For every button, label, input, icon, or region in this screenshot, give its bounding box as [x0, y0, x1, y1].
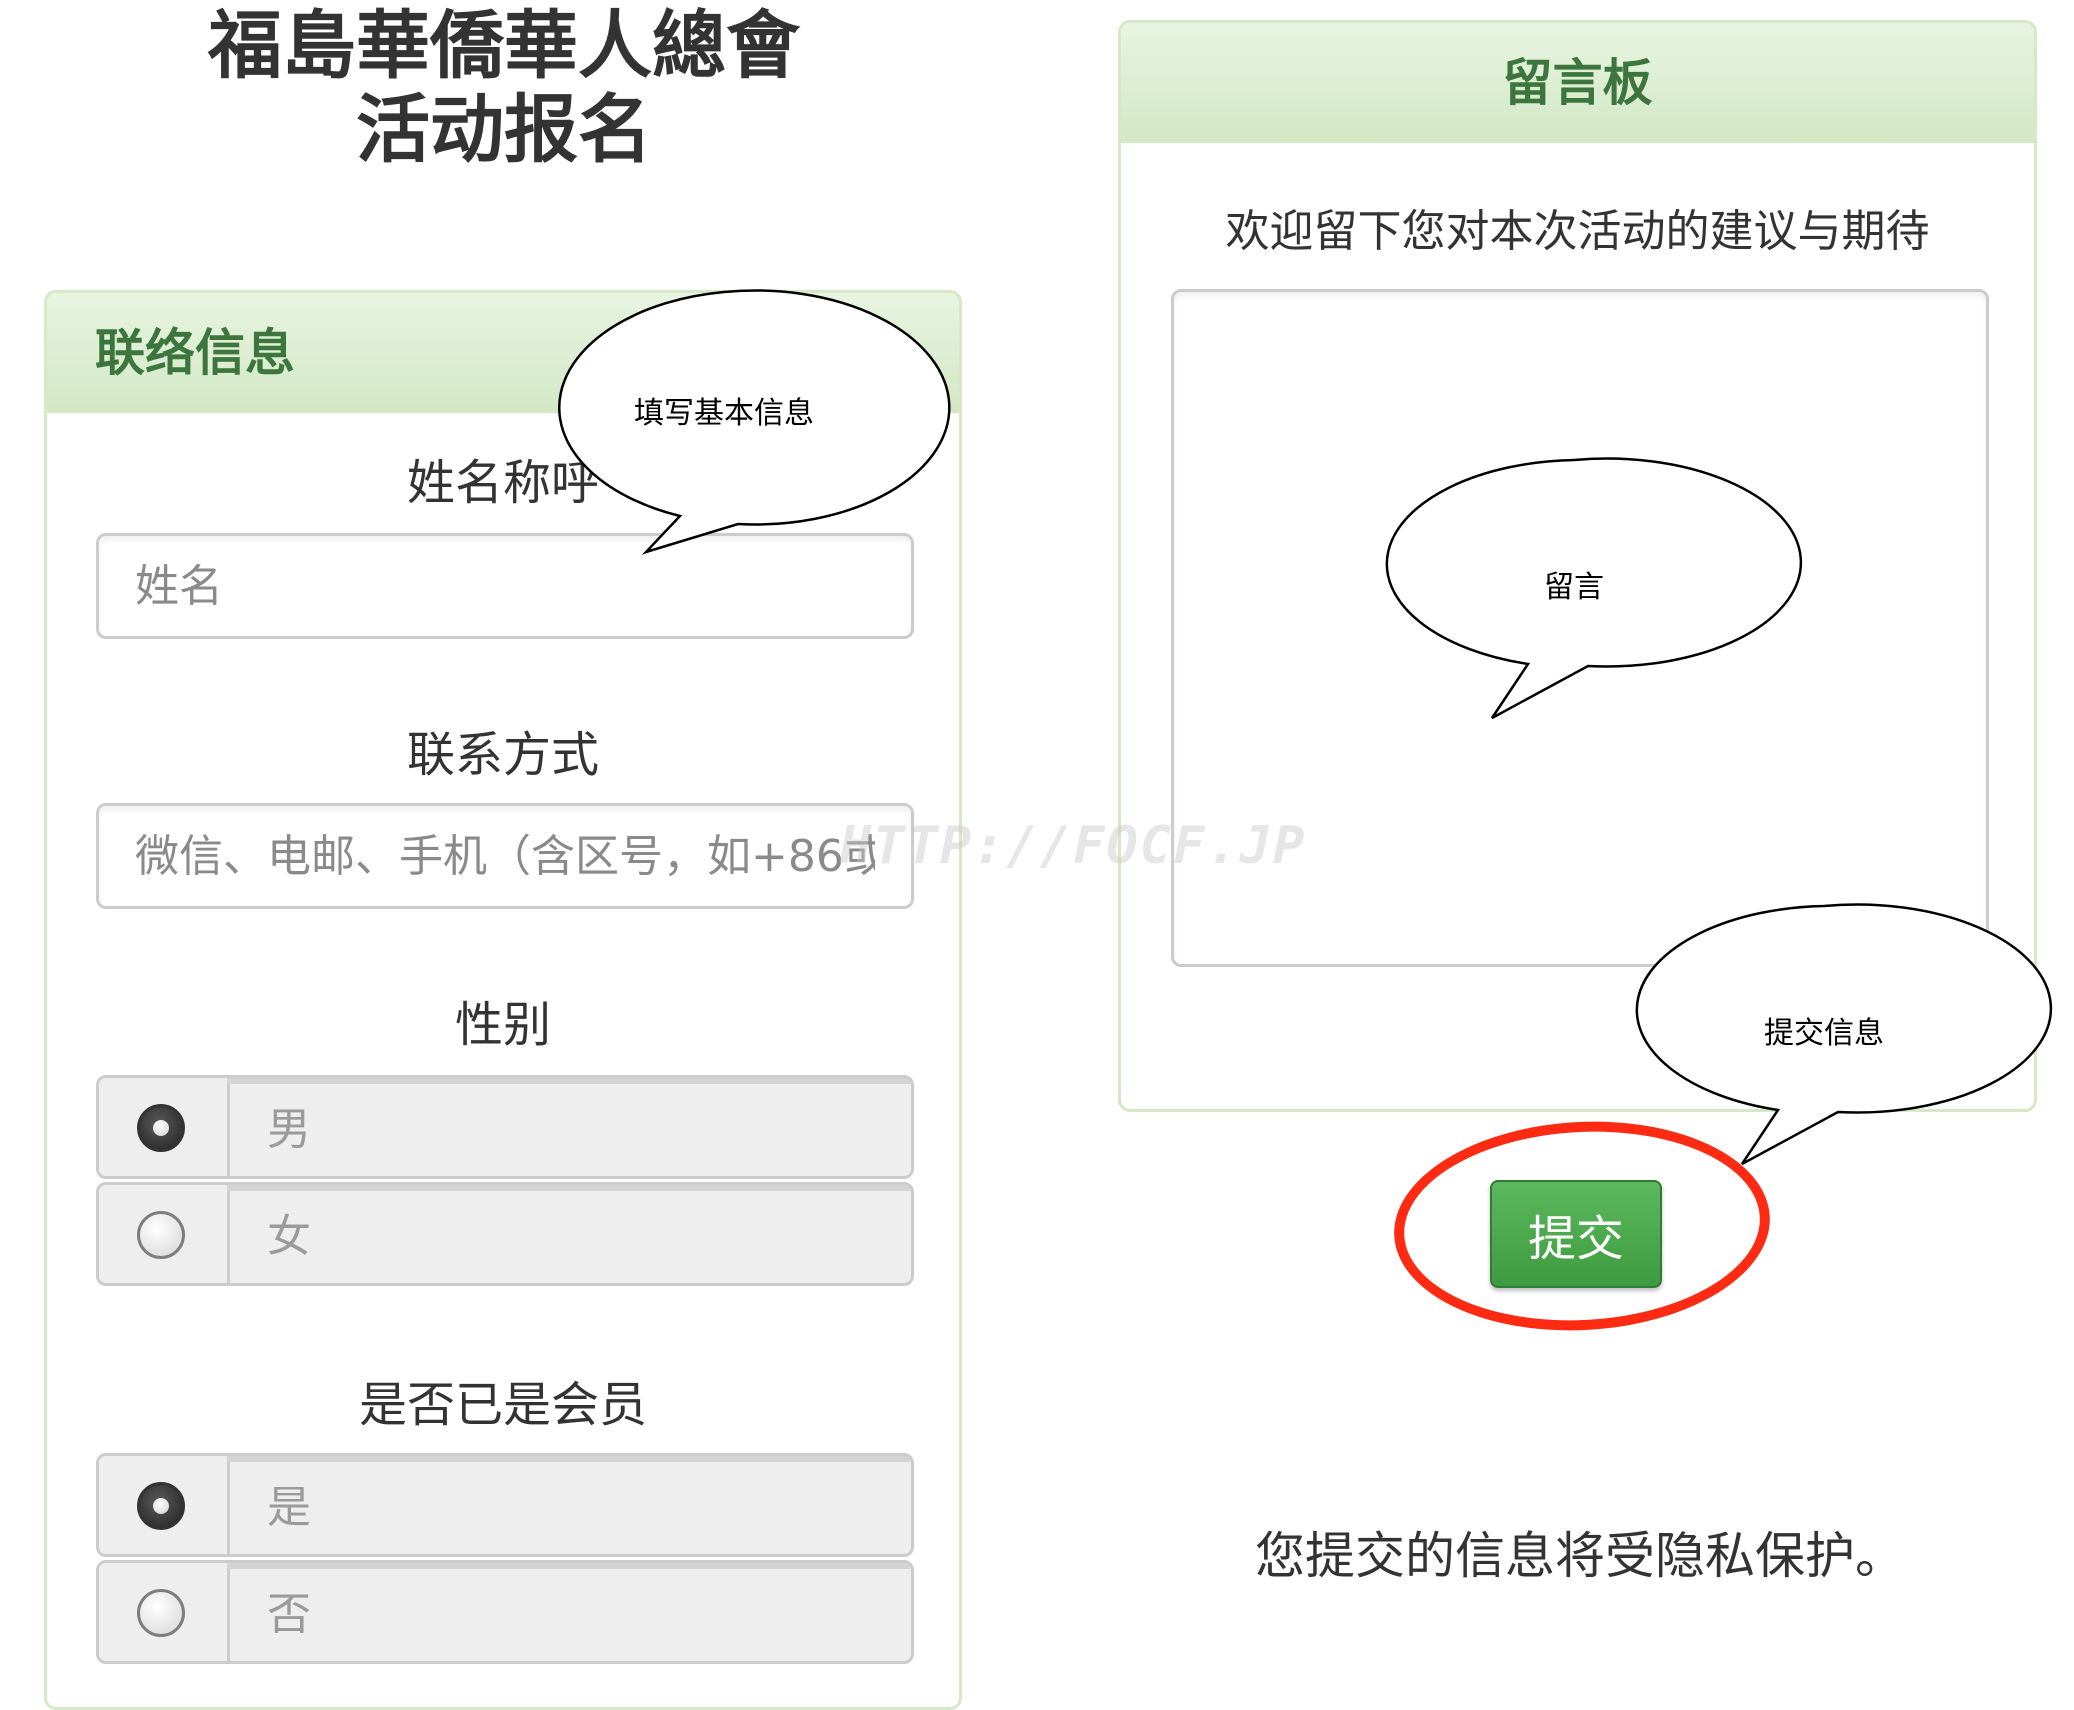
message-textarea[interactable]: [1171, 289, 1989, 967]
member-option-no[interactable]: 否: [96, 1560, 914, 1664]
radio-female[interactable]: [137, 1211, 185, 1259]
contact-info-header: 联络信息: [47, 293, 959, 413]
gender-label: 性别: [454, 997, 551, 1053]
page-title-line-2: 活动报名: [356, 87, 652, 173]
privacy-note: 您提交的信息将受隐私保护。: [1255, 1527, 1905, 1585]
contact-method-label: 联系方式: [406, 727, 599, 783]
gender-radio-addon: [99, 1078, 230, 1176]
contact-method-input[interactable]: [96, 803, 914, 909]
member-radio-addon: [99, 1456, 230, 1554]
contact-info-panel: 联络信息 姓名称呼 联系方式 性别 男 女 是否已是会员 是 否: [44, 290, 962, 1710]
message-board-panel: 留言板 欢迎留下您对本次活动的建议与期待: [1118, 20, 2037, 1112]
member-option-label: 否: [227, 1563, 911, 1661]
name-input[interactable]: [96, 533, 914, 639]
name-label: 姓名称呼: [406, 455, 599, 511]
member-radio-addon: [99, 1563, 230, 1661]
gender-radio-addon: [99, 1185, 230, 1283]
page-title-line-1: 福島華僑華人總會: [208, 3, 800, 89]
message-board-hint: 欢迎留下您对本次活动的建议与期待: [1225, 206, 1930, 257]
member-label: 是否已是会员: [358, 1377, 647, 1433]
submit-button[interactable]: 提交: [1490, 1180, 1662, 1288]
member-option-yes[interactable]: 是: [96, 1453, 914, 1557]
member-option-label: 是: [227, 1456, 911, 1554]
page-title: 福島華僑華人總會 活动报名: [44, 4, 964, 172]
gender-option-label: 男: [227, 1078, 911, 1176]
gender-option-male[interactable]: 男: [96, 1075, 914, 1179]
gender-option-label: 女: [227, 1185, 911, 1283]
radio-male[interactable]: [137, 1104, 185, 1152]
radio-member-yes[interactable]: [137, 1482, 185, 1530]
message-board-header: 留言板: [1121, 23, 2034, 143]
gender-option-female[interactable]: 女: [96, 1182, 914, 1286]
radio-member-no[interactable]: [137, 1589, 185, 1637]
